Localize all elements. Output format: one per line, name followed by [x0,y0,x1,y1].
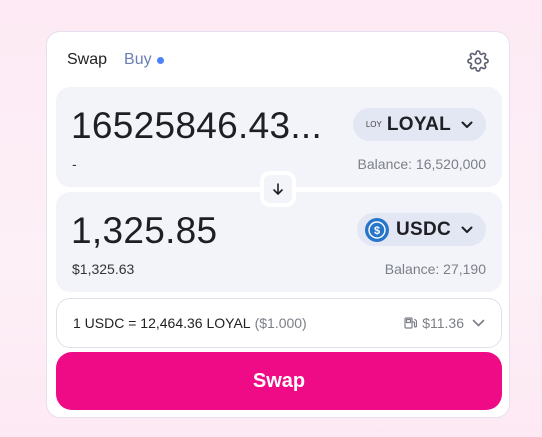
output-amount[interactable]: 1,325.85 [71,210,217,252]
chevron-down-icon[interactable] [472,319,485,327]
swap-tabs: Swap Buy [67,51,164,69]
gas-fee-value: $11.36 [422,315,464,331]
output-fiat-value: $1,325.63 [72,261,135,277]
exchange-rate-text: 1 USDC = 12,464.36 LOYAL [73,315,251,331]
input-fiat-value: - [72,156,77,172]
exchange-rate-usd: ($1.000) [254,315,307,331]
chevron-down-icon [461,121,473,128]
switch-direction-button[interactable] [260,171,296,207]
svg-text:$: $ [374,225,380,237]
output-token-selector[interactable]: $ USDC [356,213,486,246]
output-token-name: USDC [395,218,451,240]
swap-card: Swap Buy 16525846.43... LOY LOYAL - Bala… [46,31,510,418]
gas-pump-icon [404,317,418,329]
input-token-name: LOYAL [386,113,451,135]
tab-buy-label: Buy [124,51,152,68]
input-token-selector[interactable]: LOY LOYAL [352,108,486,141]
usdc-logo-icon: $ [364,217,389,242]
loyal-logo-icon: LOY [365,120,382,129]
output-panel: 1,325.85 $ USDC $1,325.63 Balance: 27,19… [56,192,502,292]
buy-indicator-dot [156,56,164,64]
gear-icon[interactable] [467,50,489,72]
tab-buy[interactable]: Buy [124,51,164,69]
tab-swap[interactable]: Swap [67,51,107,69]
arrow-down-icon [273,183,283,195]
exchange-rate-row[interactable]: 1 USDC = 12,464.36 LOYAL ($1.000) $11.36 [56,298,502,348]
output-balance: Balance: 27,190 [384,261,486,277]
input-balance: Balance: 16,520,000 [357,156,486,172]
input-amount[interactable]: 16525846.43... [71,105,322,147]
gas-fee: $11.36 [403,315,485,331]
swap-button[interactable]: Swap [56,352,502,410]
chevron-down-icon [461,226,473,233]
